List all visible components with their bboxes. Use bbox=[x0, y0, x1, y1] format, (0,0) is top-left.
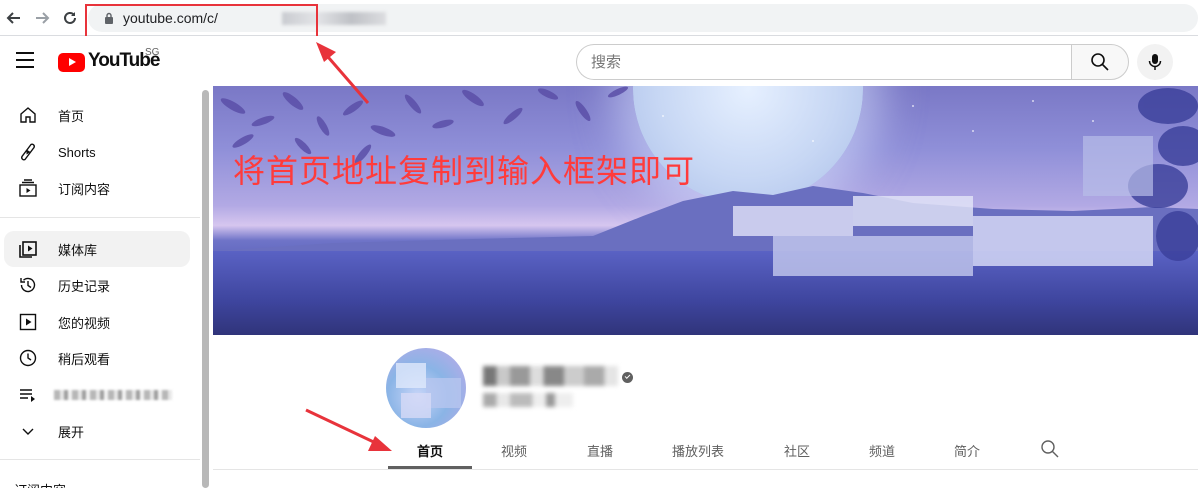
forward-arrow-icon[interactable] bbox=[32, 8, 52, 28]
shorts-icon bbox=[16, 140, 40, 164]
redacted-block bbox=[853, 196, 973, 226]
channel-name-redacted bbox=[483, 366, 618, 386]
sidebar-item-expand[interactable]: 展开 bbox=[4, 413, 190, 449]
search-box bbox=[576, 44, 1072, 80]
reload-icon[interactable] bbox=[60, 8, 80, 28]
home-icon bbox=[16, 103, 40, 127]
playlist-icon bbox=[16, 383, 40, 407]
channel-handle-redacted bbox=[483, 393, 573, 407]
sidebar-divider bbox=[0, 217, 200, 218]
sidebar-divider bbox=[0, 459, 200, 460]
sidebar-item-label: 首页 bbox=[58, 108, 85, 124]
search-input[interactable] bbox=[577, 45, 1037, 79]
channel-avatar[interactable] bbox=[386, 348, 466, 428]
playlist-name-redacted bbox=[54, 390, 172, 400]
tab-live[interactable]: 直播 bbox=[558, 430, 642, 470]
tab-community[interactable]: 社区 bbox=[755, 430, 839, 470]
your-videos-icon bbox=[16, 310, 40, 334]
voice-search-button[interactable] bbox=[1137, 44, 1173, 80]
menu-icon[interactable] bbox=[16, 52, 36, 70]
channel-banner: 将首页地址复制到输入框架即可 bbox=[213, 86, 1198, 335]
chevron-down-icon bbox=[16, 419, 40, 443]
annotation-text: 将首页地址复制到输入框架即可 bbox=[233, 152, 696, 190]
sidebar-item-history[interactable]: 历史记录 bbox=[4, 267, 190, 303]
redacted-block bbox=[733, 206, 853, 236]
redacted-block bbox=[773, 236, 973, 276]
sidebar-item-home[interactable]: 首页 bbox=[4, 97, 190, 133]
tree-graphic bbox=[1128, 88, 1198, 261]
sidebar-item-watch-later[interactable]: 稍后观看 bbox=[4, 340, 190, 376]
sidebar: 首页 Shorts 订阅内容 媒体库 历史记录 您的视频 稍后观看 展开 bbox=[0, 88, 208, 488]
youtube-logo-icon[interactable] bbox=[58, 53, 85, 72]
sidebar-item-label: 稍后观看 bbox=[58, 351, 111, 367]
sidebar-item-label: 历史记录 bbox=[58, 278, 111, 294]
subscriptions-icon bbox=[16, 176, 40, 200]
back-arrow-icon[interactable] bbox=[4, 8, 24, 28]
sidebar-item-label: 媒体库 bbox=[58, 242, 98, 258]
search-button[interactable] bbox=[1071, 44, 1129, 80]
history-icon bbox=[16, 273, 40, 297]
sidebar-item-label: 您的视频 bbox=[58, 315, 111, 331]
watch-later-icon bbox=[16, 346, 40, 370]
sidebar-item-your-videos[interactable]: 您的视频 bbox=[4, 304, 190, 340]
region-code: SG bbox=[145, 47, 160, 58]
tab-home[interactable]: 首页 bbox=[388, 430, 472, 470]
sidebar-item-label: Shorts bbox=[58, 144, 96, 160]
youtube-header: YouTube SG bbox=[0, 36, 1198, 88]
mic-icon bbox=[1148, 54, 1162, 70]
sidebar-item-label: 展开 bbox=[58, 424, 85, 440]
sidebar-item-shorts[interactable]: Shorts bbox=[4, 134, 190, 170]
tab-channels[interactable]: 频道 bbox=[840, 430, 924, 470]
sidebar-item-library[interactable]: 媒体库 bbox=[4, 231, 190, 267]
redacted-block bbox=[1083, 136, 1153, 196]
sidebar-item-playlist[interactable] bbox=[4, 377, 190, 413]
redacted-block bbox=[973, 216, 1153, 266]
tab-videos[interactable]: 视频 bbox=[472, 430, 556, 470]
search-icon[interactable] bbox=[1040, 439, 1060, 459]
sidebar-scrollbar[interactable] bbox=[202, 90, 209, 488]
library-icon bbox=[16, 237, 40, 261]
verified-badge-icon bbox=[622, 372, 633, 383]
tabs-divider bbox=[213, 469, 1198, 470]
sidebar-section-title: 订阅内容 bbox=[14, 480, 66, 488]
search-icon bbox=[1091, 53, 1109, 71]
sidebar-item-subscriptions[interactable]: 订阅内容 bbox=[4, 170, 190, 206]
tab-about[interactable]: 简介 bbox=[925, 430, 1009, 470]
sidebar-item-label: 订阅内容 bbox=[58, 181, 111, 197]
annotation-highlight-box bbox=[85, 4, 318, 40]
tab-playlists[interactable]: 播放列表 bbox=[656, 430, 740, 470]
